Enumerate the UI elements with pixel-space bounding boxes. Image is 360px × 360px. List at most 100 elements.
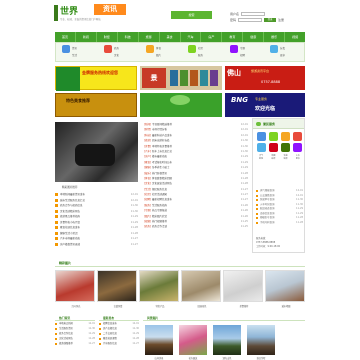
thumbnail[interactable]: 红叶风光 [55,270,95,308]
subnav-item[interactable]: 商务 [114,46,119,50]
banner-ad-2[interactable]: 景 [140,66,222,90]
bullet-icon [55,209,58,213]
bullet-icon [55,242,58,246]
train-icon[interactable] [293,132,303,141]
nav-item[interactable]: 娱乐 [264,32,286,42]
bullet-icon [55,193,58,197]
column-title[interactable]: 风景图片 [143,315,305,321]
subnav-item[interactable]: 更多 [280,53,285,57]
nav-item[interactable]: 房产 [201,32,223,42]
nav-item[interactable]: 汽车 [181,32,202,42]
plane-icon[interactable] [256,143,266,152]
left-news-list: 本地新闻最新资讯发布 12-01 城市生活服务信息汇总 12-01 商务合作与招商信… [55,192,138,247]
package-icon[interactable] [281,132,291,141]
main-nav: 首页 新闻 财经 科技 旅游 美食 汽车 房产 教育 健康 娱乐 视频 [55,32,305,42]
thumbnail[interactable]: 落日余晖 [247,325,275,360]
subnav-item[interactable]: 生活 [72,53,77,57]
sub-nav: 资讯 生活 商务 文化 体育 图片 社区 服务 专题 招聘 分类 更多 [55,42,305,62]
section-title[interactable]: 精彩图片 [55,259,305,267]
logo-badge: 资讯 [94,4,126,15]
subnav-item[interactable]: 图片 [156,53,161,57]
nav-item[interactable]: 教育 [222,32,244,42]
map-icon[interactable] [268,132,278,141]
banner-ad-3[interactable]: 佛山 旅游资讯平台 0757-8888 [225,66,305,90]
stock-icon[interactable] [281,143,291,152]
thumbnail[interactable]: 花卉展览 [179,325,207,360]
bullet-icon [256,221,258,224]
banner-ad-5[interactable] [140,93,222,117]
subnav-item[interactable]: 服务 [198,53,203,57]
photo-caption[interactable]: 精彩图片推荐 [62,185,78,189]
subnav-item[interactable]: 资讯 [72,46,77,50]
login-button[interactable]: 登录 [264,17,277,22]
subnav-item[interactable]: 社区 [198,46,203,50]
thumbnail[interactable]: 古镇风情 [97,270,137,308]
thumbnail[interactable]: 湖光山色 [213,325,241,360]
banner-ad-1[interactable]: 金牌服务热线欢迎您 [55,66,137,91]
bullet-icon [99,342,101,345]
nav-item[interactable]: 健康 [243,32,265,42]
bullet-icon [55,337,57,340]
nav-item[interactable]: 美食 [160,32,181,42]
subnav-item[interactable]: 招聘 [240,53,245,57]
logo-title: 世界 [60,7,79,17]
weather-icon[interactable] [256,132,266,141]
subnav-item[interactable]: 专题 [240,46,245,50]
bullet-icon [55,226,58,230]
business-icon[interactable] [104,45,112,53]
lottery-icon[interactable] [268,143,278,152]
bullet-icon [256,203,258,206]
nav-item[interactable]: 旅游 [139,32,160,42]
list-item[interactable]: 手机号码查询 11-28 [256,221,303,226]
bullet-icon [55,220,58,224]
search-button[interactable]: 搜索 [171,11,212,19]
ad-number: 0757-8888 [261,80,281,84]
banner-ad-6[interactable]: BNG 专业服务 欢迎光临 [225,93,305,117]
bullet-icon [256,194,258,197]
panel-title: 便民服务 [263,122,276,126]
service-list: 天气预报查询 12-01 公交线路查询 12-01 快递单号查询 11-30 火车时刻… [256,189,303,225]
thumbnail[interactable]: 美食推荐 [223,270,263,308]
list-item[interactable]: 汽车服务信息 11-27 [99,341,139,346]
list-item[interactable]: 旅游线路推荐 11-27 [55,341,95,346]
ad-title: BNG [231,96,248,104]
subnav-item[interactable]: 体育 [156,46,161,50]
more-icon[interactable] [293,143,303,152]
thumbnail[interactable]: 田园景色 [181,270,221,308]
list-item[interactable]: [商务] 商务合作洽谈 11-25 [144,224,248,229]
focus-photo[interactable] [55,122,138,182]
nav-item[interactable]: 视频 [285,32,305,42]
subnav-item[interactable]: 文化 [114,53,119,57]
bullet-icon [256,208,258,211]
news-icon[interactable] [62,45,70,53]
bottom-gallery: 风景图片 山间美景 花卉展览 湖光山色 落日余晖 [143,315,305,360]
bottom-column: 最新发布 招聘信息发布 12-01 房产出租信息 11-30 二手交易信息 11-29… [99,315,139,360]
list-item[interactable]: 房产楼盘资讯速递 11-27 [55,242,138,248]
banner-ad-4[interactable]: 特色美食推荐 [55,93,137,117]
thumbnail[interactable]: 特色产品 [139,270,179,308]
nav-item[interactable]: 新闻 [76,32,97,42]
photo-subject [75,144,115,166]
topic-icon[interactable] [230,45,238,53]
username-label: 用户名 [230,12,240,16]
ad-image [210,70,218,86]
nav-item[interactable]: 财经 [97,32,118,42]
thumbnail[interactable]: 城市地图 [265,270,305,308]
more-icon[interactable] [270,45,278,53]
subnav-item[interactable]: 分类 [280,46,285,50]
thumbnail[interactable]: 山间美景 [145,325,173,360]
ad-graphic [56,67,80,91]
bullet-icon [55,237,58,241]
password-input[interactable] [238,17,263,22]
panel-header: 便民服务 [253,119,304,129]
nav-item[interactable]: 科技 [118,32,139,42]
bullet-icon [55,332,57,335]
register-link[interactable]: 注册 [278,18,284,23]
community-icon[interactable] [188,45,196,53]
site-logo[interactable]: 世界 资讯 专业、权威、全面的资讯信息门户网站 [54,3,126,23]
bullet-icon [55,204,58,208]
nav-item[interactable]: 首页 [55,32,76,42]
sports-icon[interactable] [146,45,154,53]
username-input[interactable] [241,12,266,17]
bottom-column: 热门资讯 本地热点新闻 12-01 生活服务资讯 11-30 商务合作信息 11-29… [55,315,95,360]
